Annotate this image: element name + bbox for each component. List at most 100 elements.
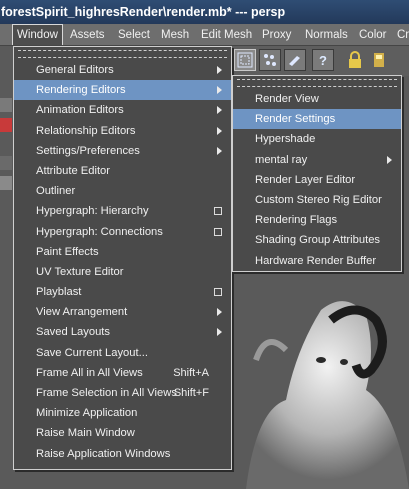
- menu-item-label: Hypergraph: Hierarchy: [36, 205, 149, 218]
- submenu-arrow-icon: [387, 155, 392, 164]
- menu-item-label: Render Layer Editor: [255, 173, 356, 186]
- menu-item-render-settings[interactable]: Render Settings: [233, 109, 401, 130]
- menu-item-hypergraph-hierarchy[interactable]: Hypergraph: Hierarchy: [14, 201, 231, 221]
- menu-item-label: Saved Layouts: [36, 326, 111, 339]
- shelf-tab-icon[interactable]: [0, 156, 12, 170]
- menu-item-label: Shading Group Attributes: [255, 234, 381, 247]
- menu-item-custom-stereo-rig-editor[interactable]: Custom Stereo Rig Editor: [233, 190, 401, 210]
- menu-item-label: Playblast: [36, 286, 82, 299]
- option-box-icon[interactable]: [214, 207, 222, 216]
- menu-item-paint-effects[interactable]: Paint Effects: [14, 242, 231, 262]
- menu-item-label: Relationship Editors: [36, 124, 136, 137]
- menu-item-view-arrangement[interactable]: View Arrangement: [14, 302, 231, 322]
- menu-item-hypershade[interactable]: Hypershade: [233, 129, 401, 149]
- render-dots-icon[interactable]: [259, 49, 281, 71]
- menu-item-rendering-editors[interactable]: Rendering Editors: [14, 80, 231, 101]
- window-title: forestSpirit_highresRender\render.mb* --…: [1, 5, 286, 19]
- menu-item-label: Custom Stereo Rig Editor: [255, 193, 382, 206]
- shelf-toolbar: ?: [232, 46, 409, 76]
- menu-item-label: Hypergraph: Connections: [36, 225, 163, 238]
- tool-icon[interactable]: [0, 118, 12, 132]
- menu-select[interactable]: Select: [114, 24, 154, 45]
- shelf-icon[interactable]: [0, 176, 12, 190]
- menu-item-render-view[interactable]: Render View: [233, 89, 401, 109]
- help-question-icon[interactable]: ?: [312, 49, 334, 71]
- menu-edit-mesh[interactable]: Edit Mesh: [197, 24, 256, 45]
- menu-item-hypergraph-connections[interactable]: Hypergraph: Connections: [14, 222, 231, 242]
- menu-item-uv-texture-editor[interactable]: UV Texture Editor: [14, 262, 231, 282]
- menu-item-label: UV Texture Editor: [36, 265, 124, 278]
- menu-item-shading-group-attributes[interactable]: Shading Group Attributes: [233, 230, 401, 250]
- menu-proxy[interactable]: Proxy: [258, 24, 295, 45]
- menu-item-outliner[interactable]: Outliner: [14, 181, 231, 201]
- menu-item-label: Raise Main Window: [36, 427, 135, 440]
- menu-item-label: Frame All in All Views: [36, 366, 143, 379]
- menu-item-rendering-flags[interactable]: Rendering Flags: [233, 210, 401, 230]
- menu-item-minimize-application[interactable]: Minimize Application: [14, 403, 231, 423]
- menu-item-mental-ray[interactable]: mental ray: [233, 150, 401, 170]
- menu-item-raise-main-window[interactable]: Raise Main Window: [14, 423, 231, 443]
- submenu-arrow-icon: [217, 308, 222, 317]
- menu-item-label: Settings/Preferences: [36, 144, 140, 157]
- submenu-arrow-icon: [217, 106, 222, 115]
- lock-icon[interactable]: [344, 49, 366, 71]
- menu-item-label: Outliner: [36, 185, 76, 198]
- menu-item-playblast[interactable]: Playblast: [14, 282, 231, 302]
- menu-item-label: Minimize Application: [36, 407, 138, 420]
- shader-brush-icon[interactable]: [284, 49, 306, 71]
- tool-icon[interactable]: [0, 98, 12, 112]
- shortcut-label: Shift+A: [173, 366, 209, 379]
- menu-color[interactable]: Color: [355, 24, 390, 45]
- menu-item-label: Frame Selection in All Views: [36, 387, 177, 399]
- menu-item-label: Save Current Layout...: [36, 346, 148, 359]
- menu-item-label: Attribute Editor: [36, 164, 110, 177]
- menu-item-label: Raise Application Windows: [36, 447, 171, 460]
- menu-item-raise-application-windows[interactable]: Raise Application Windows: [14, 444, 231, 464]
- render-region-icon[interactable]: [234, 49, 256, 71]
- menu-create-truncated[interactable]: Cr: [393, 24, 409, 45]
- character-model-render: [246, 301, 409, 489]
- submenu-arrow-icon: [217, 86, 222, 95]
- menu-assets[interactable]: Assets: [66, 24, 109, 45]
- shortcut-label: Shift+F: [173, 387, 209, 399]
- menu-normals[interactable]: Normals: [301, 24, 352, 45]
- main-menubar: Window Assets Select Mesh Edit Mesh Prox…: [0, 24, 409, 46]
- menu-item-label: View Arrangement: [36, 306, 128, 319]
- submenu-arrow-icon: [217, 126, 222, 135]
- menu-tear-off-handle[interactable]: [237, 79, 397, 87]
- menu-tear-off-handle[interactable]: [18, 50, 227, 58]
- menu-item-label: Rendering Editors: [36, 84, 126, 97]
- rendering-editors-submenu: Render View Render Settings Hypershade m…: [232, 75, 402, 272]
- submenu-arrow-icon: [217, 328, 222, 337]
- help-glyph: ?: [319, 52, 327, 68]
- option-box-icon[interactable]: [214, 227, 222, 236]
- menu-item-label: Rendering Flags: [255, 214, 338, 227]
- menu-item-hardware-render-buffer[interactable]: Hardware Render Buffer: [233, 251, 401, 271]
- menu-item-settings-preferences[interactable]: Settings/Preferences: [14, 141, 231, 161]
- menu-item-label: General Editors: [36, 64, 114, 76]
- menu-item-label: Paint Effects: [36, 245, 99, 258]
- menu-item-label: mental ray: [255, 153, 308, 166]
- menu-item-frame-all[interactable]: Frame All in All Views Shift+A: [14, 363, 231, 383]
- window-title-bar[interactable]: forestSpirit_highresRender\render.mb* --…: [0, 0, 409, 24]
- option-box-icon[interactable]: [214, 288, 222, 297]
- menu-item-attribute-editor[interactable]: Attribute Editor: [14, 161, 231, 181]
- menu-mesh[interactable]: Mesh: [157, 24, 193, 45]
- snap-icon[interactable]: [368, 49, 390, 71]
- menu-item-general-editors[interactable]: General Editors: [14, 60, 231, 80]
- menu-item-saved-layouts[interactable]: Saved Layouts: [14, 322, 231, 342]
- submenu-arrow-icon: [217, 66, 222, 74]
- window-menu-dropdown: General Editors Rendering Editors Animat…: [13, 46, 232, 470]
- menu-item-relationship-editors[interactable]: Relationship Editors: [14, 121, 231, 141]
- menu-item-frame-selection[interactable]: Frame Selection in All Views Shift+F: [14, 383, 231, 403]
- menu-item-animation-editors[interactable]: Animation Editors: [14, 100, 231, 120]
- menu-item-label: Hypershade: [255, 133, 316, 146]
- menu-window[interactable]: Window: [12, 24, 63, 45]
- menu-item-label: Render View: [255, 93, 319, 105]
- menu-item-label: Render Settings: [255, 113, 336, 126]
- left-tool-strip: [0, 46, 14, 489]
- submenu-arrow-icon: [217, 146, 222, 155]
- menu-item-label: Hardware Render Buffer: [255, 254, 377, 267]
- menu-item-save-current-layout[interactable]: Save Current Layout...: [14, 343, 231, 363]
- menu-item-render-layer-editor[interactable]: Render Layer Editor: [233, 170, 401, 190]
